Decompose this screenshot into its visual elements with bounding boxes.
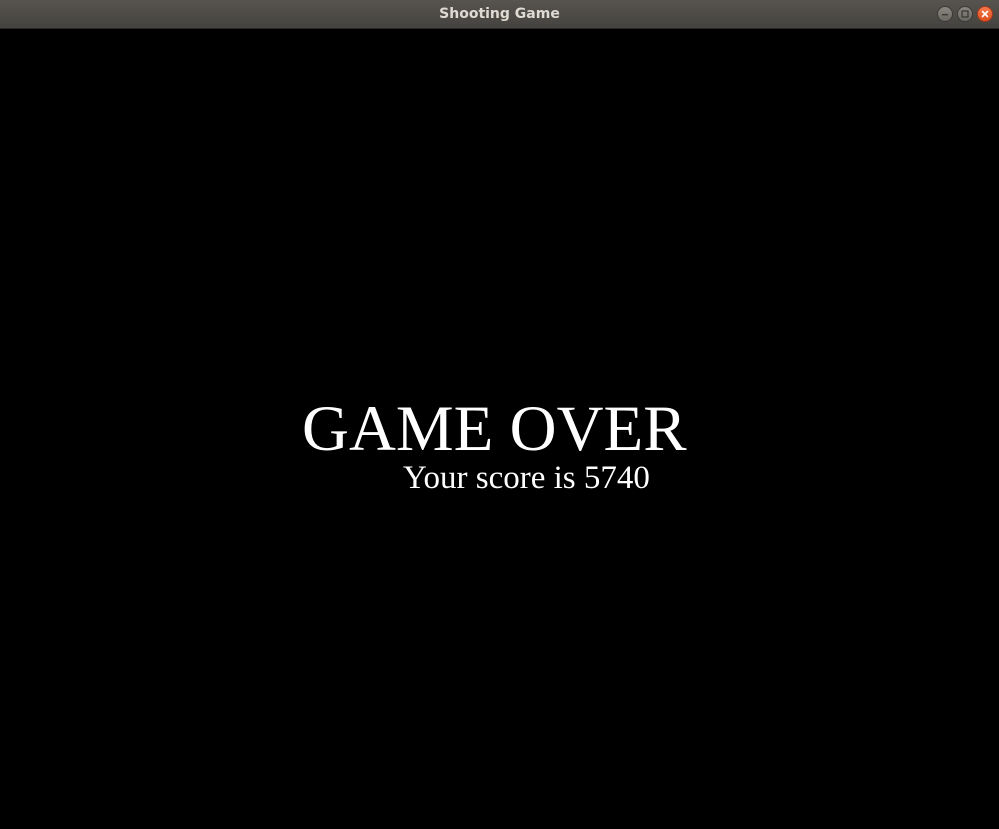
- game-over-text: GAME OVER: [302, 393, 687, 465]
- maximize-icon: [961, 10, 969, 18]
- close-icon: [981, 10, 989, 18]
- minimize-icon: [942, 14, 948, 16]
- title-bar[interactable]: Shooting Game: [0, 0, 999, 29]
- game-canvas[interactable]: GAME OVER Your score is 5740: [0, 30, 999, 829]
- final-score-text: Your score is 5740: [403, 460, 650, 496]
- window-title: Shooting Game: [439, 6, 560, 22]
- minimize-button[interactable]: [937, 6, 953, 22]
- maximize-button[interactable]: [957, 6, 973, 22]
- game-window: Shooting Game GAME OVER Your score is 57…: [0, 0, 999, 829]
- close-button[interactable]: [977, 6, 993, 22]
